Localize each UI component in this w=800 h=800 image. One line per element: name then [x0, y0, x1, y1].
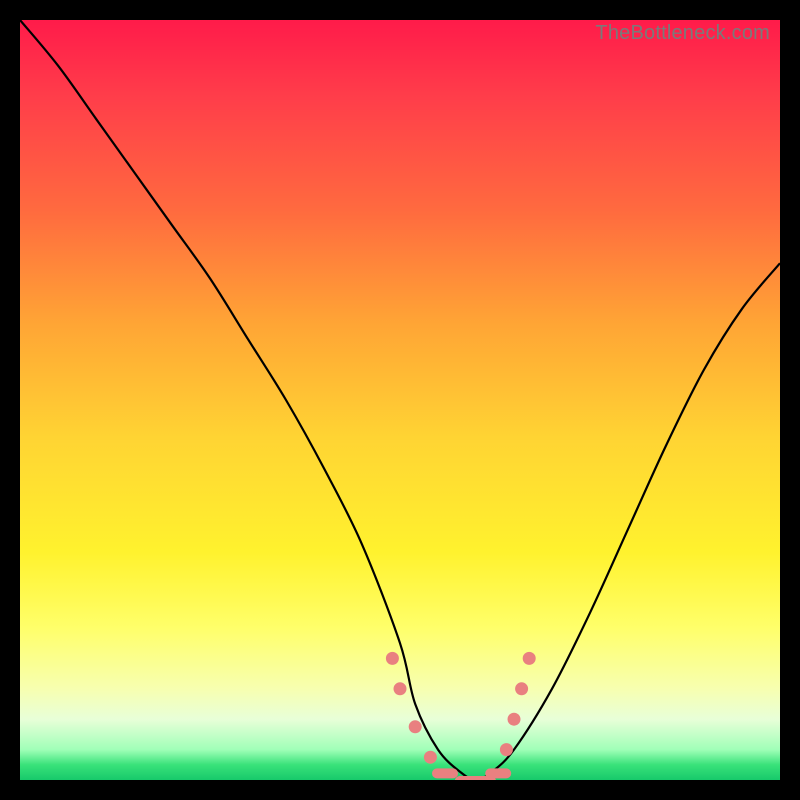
- curve-marker: [500, 743, 513, 756]
- curve-marker: [432, 768, 458, 778]
- watermark-label: TheBottleneck.com: [595, 22, 770, 45]
- curve-marker: [515, 682, 528, 695]
- curve-marker: [409, 720, 422, 733]
- bottleneck-curve: [20, 20, 780, 780]
- curve-marker: [508, 713, 521, 726]
- curve-marker: [523, 652, 536, 665]
- outer-frame: TheBottleneck.com: [0, 0, 800, 800]
- curve-svg: [20, 20, 780, 780]
- curve-marker: [386, 652, 399, 665]
- curve-marker: [394, 682, 407, 695]
- plot-area: TheBottleneck.com: [20, 20, 780, 780]
- curve-marker: [424, 751, 437, 764]
- curve-marker: [485, 768, 511, 778]
